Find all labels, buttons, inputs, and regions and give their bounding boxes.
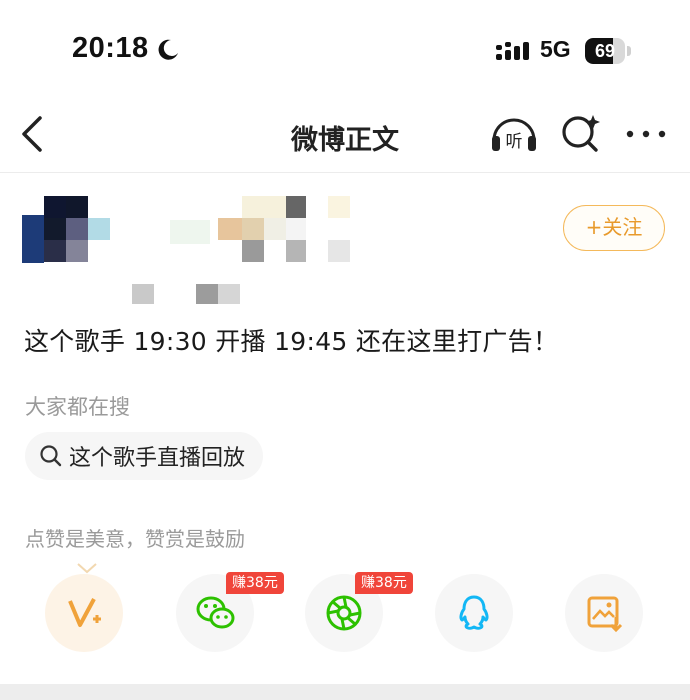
status-time: 20:18 (72, 32, 149, 64)
hot-search-query: 这个歌手直播回放 (69, 446, 246, 471)
share-qq[interactable] (435, 574, 513, 652)
share-save-image[interactable] (565, 574, 643, 652)
search-icon (40, 445, 62, 467)
v-plus-icon (68, 598, 101, 627)
save-image-icon (587, 596, 623, 633)
reward-text: 点赞是美意，赞赏是鼓励 (25, 527, 245, 551)
share-pointer (77, 563, 97, 574)
hot-search-label: 大家都在搜 (25, 395, 130, 419)
ai-search-icon[interactable] (560, 112, 602, 154)
battery-icon: 69 (585, 38, 633, 64)
hot-search-chip[interactable]: 这个歌手直播回放 (25, 432, 264, 480)
moon-icon (158, 39, 178, 60)
network-type: 5G (540, 36, 571, 62)
qq-icon (459, 595, 489, 630)
bottom-divider (0, 684, 690, 700)
wechat-icon (196, 596, 235, 629)
status-bar: 20:18 5G 69 (0, 0, 690, 100)
more-icon[interactable] (624, 114, 668, 154)
signal-icon (496, 42, 529, 60)
follow-button[interactable]: +关注 (563, 205, 665, 251)
share-v-plus[interactable] (45, 574, 123, 652)
nav-divider (0, 172, 690, 173)
listen-icon: 听 (492, 118, 536, 152)
moments-reward-badge: 赚38元 (355, 572, 413, 594)
post-text: 这个歌手 19:30 开播 19:45 还在这里打广告！ (24, 327, 559, 356)
listen-label: 听 (506, 132, 523, 152)
listen-button[interactable]: 听 (489, 110, 539, 156)
wechat-reward-badge: 赚38元 (226, 572, 284, 594)
battery-level: 69 (594, 41, 616, 61)
moments-icon (326, 595, 362, 631)
nav-bar: 微博正文 听 (0, 100, 690, 170)
